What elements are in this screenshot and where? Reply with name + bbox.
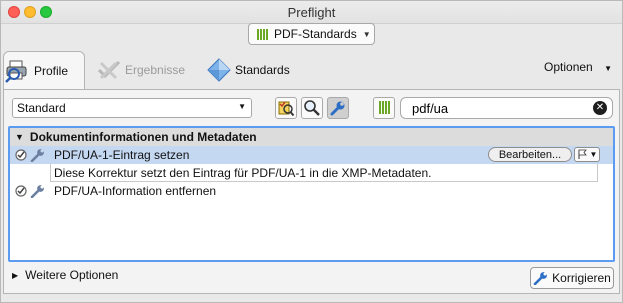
fix-button[interactable]: Korrigieren [530, 267, 614, 289]
options-menu[interactable]: Optionen ▼ [544, 60, 612, 74]
chevron-down-icon: ▼ [362, 29, 371, 39]
profile-check-button[interactable] [275, 97, 297, 119]
standards-bars-icon [378, 101, 390, 114]
tab-profile[interactable]: Profile [3, 51, 85, 89]
check-status-icon [15, 185, 27, 197]
magnifier-icon [304, 100, 320, 116]
preflight-window: Preflight PDF-Standards ▼ Profile Ergebn… [0, 0, 623, 303]
results-icon [95, 57, 123, 83]
profile-menu-button[interactable]: PDF-Standards ▼ [248, 23, 375, 45]
tab-standards[interactable]: Standards [205, 51, 290, 89]
disclosure-open-icon: ▼ [15, 132, 24, 142]
edit-button[interactable]: Bearbeiten... [488, 147, 572, 162]
flag-menu-button[interactable]: ▼ [574, 147, 600, 162]
diamond-icon [205, 57, 233, 83]
fixup-list: ▼ Dokumentinformationen und Metadaten PD… [8, 126, 615, 262]
flag-icon [578, 149, 587, 159]
title-bar: Preflight [1, 1, 622, 24]
group-header[interactable]: ▼ Dokumentinformationen und Metadaten [10, 128, 613, 146]
category-select-value: Standard [17, 101, 66, 115]
fixups-filter-button[interactable] [327, 97, 349, 119]
search-fixups-button[interactable] [301, 97, 323, 119]
more-options-toggle[interactable]: ▶ Weitere Optionen [12, 268, 118, 282]
list-item-label: PDF/UA-1-Eintrag setzen [54, 148, 190, 162]
fix-button-label: Korrigieren [552, 271, 611, 285]
wrench-icon [30, 185, 44, 198]
list-item[interactable]: PDF/UA-1-Eintrag setzen Bearbeiten... ▼ [10, 146, 613, 164]
chevron-down-icon: ▼ [589, 150, 598, 159]
standards-bars-icon [257, 28, 268, 40]
search-input[interactable] [410, 99, 584, 117]
tab-ergebnisse-label: Ergebnisse [125, 63, 186, 77]
fixup-description: Diese Korrektur setzt den Eintrag für PD… [50, 164, 598, 182]
standards-filter-button[interactable] [373, 97, 395, 119]
wrench-icon [533, 272, 548, 285]
wrench-icon [30, 149, 44, 162]
options-menu-label: Optionen [544, 60, 593, 74]
group-title: Dokumentinformationen und Metadaten [29, 130, 257, 144]
chevron-down-icon: ▼ [238, 102, 246, 111]
list-item[interactable]: PDF/UA-Information entfernen [10, 182, 613, 200]
tab-ergebnisse[interactable]: Ergebnisse [95, 51, 185, 89]
more-options-label: Weitere Optionen [25, 268, 119, 282]
chevron-down-icon: ▼ [604, 64, 612, 73]
disclosure-closed-icon: ▶ [12, 270, 19, 280]
category-select[interactable]: Standard ▼ [12, 98, 252, 118]
list-item-label: PDF/UA-Information entfernen [54, 184, 217, 198]
profile-menu-label: PDF-Standards [274, 27, 357, 41]
window-title: Preflight [287, 5, 336, 20]
profile-check-icon [278, 101, 295, 117]
check-status-icon [15, 149, 27, 161]
tab-profile-label: Profile [34, 63, 69, 78]
printer-magnifier-icon [4, 58, 32, 84]
wrench-icon [330, 101, 345, 116]
clear-search-button[interactable]: ✕ [593, 101, 607, 115]
tab-bar: Profile Ergebnisse Standards [1, 47, 622, 89]
profile-panel: Standard ▼ pdf/ua ✕ ▼ Dokumentinformatio… [3, 89, 620, 294]
search-field[interactable]: ✕ [400, 97, 613, 119]
tab-standards-label: Standards [235, 63, 290, 77]
